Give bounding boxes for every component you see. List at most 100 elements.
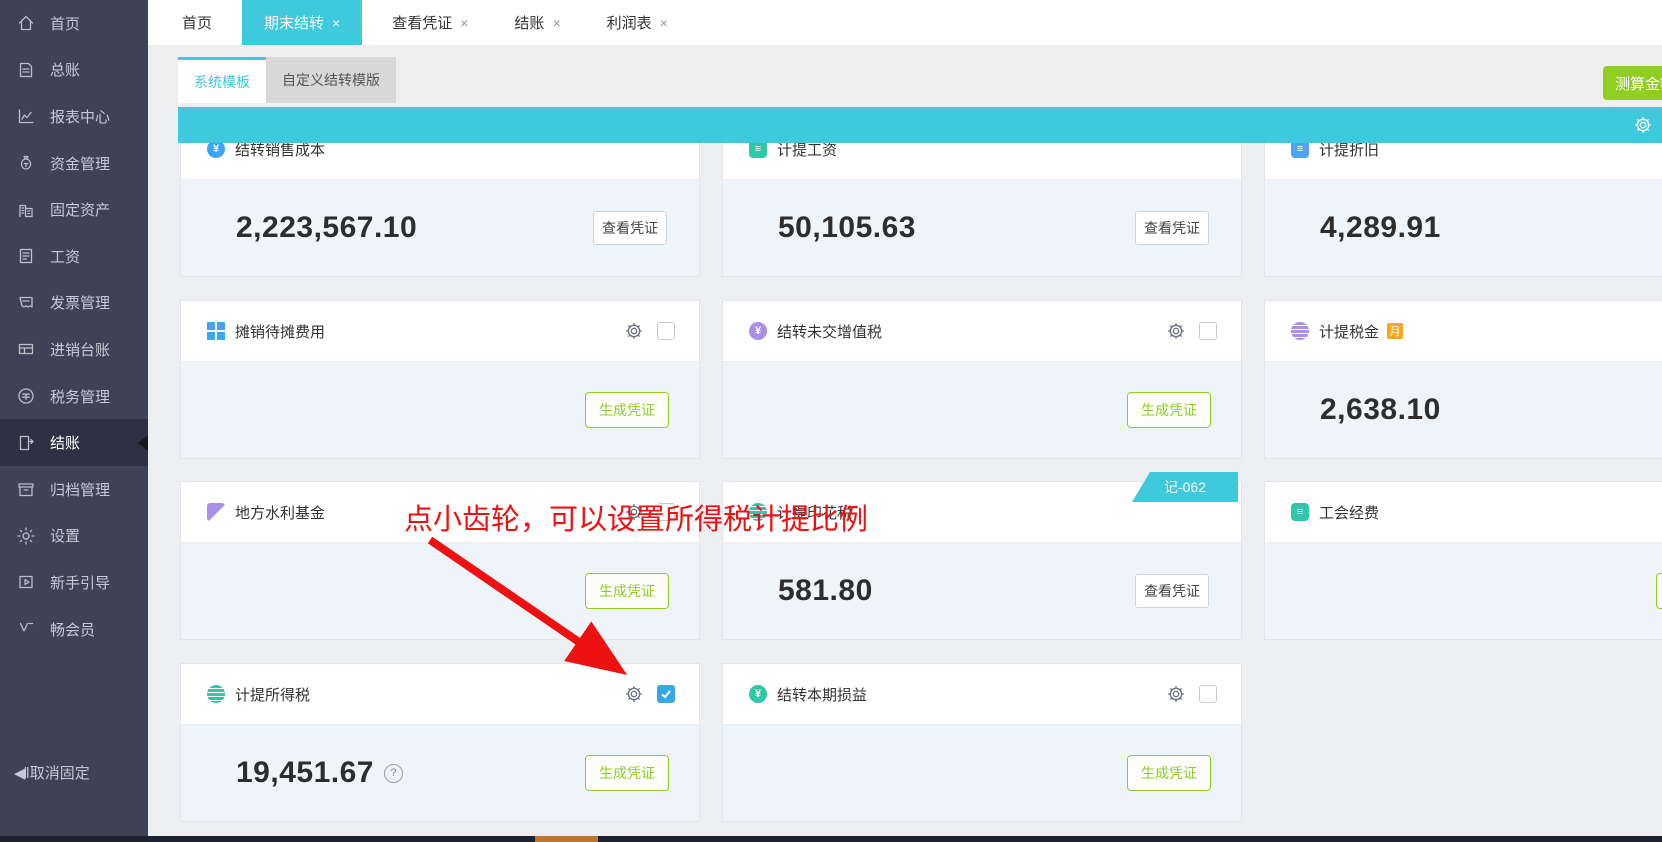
coins-icon [207, 685, 225, 703]
card-header: 计提税金月 [1265, 301, 1662, 362]
amount-value: 19,451.67 [181, 756, 374, 790]
generate-voucher-button[interactable]: 生成凭证 [585, 755, 669, 791]
generate-voucher-button[interactable]: 生成凭证 [1656, 573, 1662, 609]
annotation-text: 点小齿轮，可以设置所得税计提比例 [404, 503, 868, 537]
grid-icon [207, 322, 225, 340]
main-area: 首页期末结转×查看凭证×结账×利润表× 系统模板自定义结转模版 测算金额 ¥结转… [148, 0, 1662, 842]
coins-icon [1291, 322, 1309, 340]
tab-label: 期末结转 [264, 12, 324, 33]
sidebar-item-settings[interactable]: 设置 [0, 513, 148, 560]
sidebar-item-closing[interactable]: 结账 [0, 419, 148, 466]
assets-icon [16, 200, 36, 220]
close-icon[interactable]: × [460, 15, 468, 31]
close-icon[interactable]: × [660, 15, 668, 31]
report-icon [16, 106, 36, 126]
gear-icon[interactable] [1634, 116, 1652, 134]
sidebar: 首页总账报表中心资金管理固定资产工资发票管理进销台账税务管理结账归档管理设置新手… [0, 0, 148, 836]
generate-voucher-button[interactable]: 生成凭证 [585, 573, 669, 609]
yen-circle-icon: ¥ [749, 322, 767, 340]
generate-voucher-button[interactable]: 生成凭证 [585, 392, 669, 428]
member-icon [16, 619, 36, 639]
sidebar-item-tax[interactable]: 税务管理 [0, 373, 148, 420]
sidebar-item-assets[interactable]: 固定资产 [0, 186, 148, 233]
subtab-1[interactable]: 自定义结转模版 [266, 57, 396, 103]
sidebar-item-label: 报表中心 [50, 106, 110, 127]
sidebar-item-invoice[interactable]: 发票管理 [0, 280, 148, 327]
card-header: 摊销待摊费用 [181, 301, 699, 362]
sidebar-item-funds[interactable]: 资金管理 [0, 140, 148, 187]
tab-bar: 首页期末结转×查看凭证×结账×利润表× [148, 0, 1662, 45]
closing-task-card: ≡工会经费生成凭证 [1264, 481, 1662, 640]
sidebar-item-trade[interactable]: 进销台账 [0, 326, 148, 373]
card-title: 结转本期损益 [777, 684, 867, 705]
card-header: ¥ 结转本期损益 [723, 664, 1241, 725]
sidebar-item-salary[interactable]: 工资 [0, 233, 148, 280]
close-icon[interactable]: × [552, 15, 560, 31]
tab-1[interactable]: 期末结转 × [242, 0, 362, 45]
generate-voucher-button[interactable]: 生成凭证 [1127, 392, 1211, 428]
gear-icon[interactable] [1167, 322, 1185, 340]
sidebar-item-label: 首页 [50, 13, 80, 34]
gear-icon[interactable] [1167, 685, 1185, 703]
card-title: 摊销待摊费用 [235, 321, 325, 342]
sidebar-item-label: 畅会员 [50, 619, 95, 640]
tab-label: 首页 [182, 12, 212, 33]
sidebar-item-archive[interactable]: 归档管理 [0, 466, 148, 513]
card-title: 结转未交增值税 [777, 321, 882, 342]
sidebar-item-member[interactable]: 畅会员 [0, 606, 148, 653]
sidebar-item-label: 设置 [50, 525, 80, 546]
card-header: 计提所得税 [181, 664, 699, 725]
tax-icon [16, 386, 36, 406]
card-title: 计提所得税 [235, 684, 310, 705]
content-area: ¥结转销售成本2,223,567.10查看凭证≡计提工资50,105.63查看凭… [148, 107, 1662, 836]
card-header: ≡工会经费 [1265, 482, 1662, 543]
calc-amount-button[interactable]: 测算金额 [1603, 66, 1662, 100]
task-checkbox[interactable] [1199, 685, 1217, 703]
card-body: 生成凭证 [181, 543, 699, 639]
generate-voucher-button[interactable]: 生成凭证 [1127, 755, 1211, 791]
unpin-label: 取消固定 [30, 762, 90, 783]
box-icon: ≡ [1291, 503, 1309, 521]
tab-label: 利润表 [607, 12, 652, 33]
card-header: ¥ 结转未交增值税 [723, 301, 1241, 362]
sidebar-item-ledger[interactable]: 总账 [0, 47, 148, 94]
taskbar-strip [0, 836, 1662, 842]
amount-value: 50,105.63 [723, 211, 916, 245]
unpin-button[interactable]: ◀‖ 取消固定 [14, 762, 90, 783]
sidebar-item-label: 总账 [50, 59, 80, 80]
yen-circle-icon: ¥ [749, 685, 767, 703]
card-body: 生成凭证 [723, 362, 1241, 458]
sidebar-item-label: 税务管理 [50, 386, 110, 407]
gear-icon[interactable] [625, 685, 643, 703]
voucher-ribbon[interactable]: 记-062 [1132, 472, 1238, 502]
task-checkbox[interactable] [1199, 322, 1217, 340]
subtab-0[interactable]: 系统模板 [178, 57, 266, 103]
card-body: 生成凭证 [181, 362, 699, 458]
closing-task-card: ¥ 结转本期损益 生成凭证 [722, 663, 1242, 822]
task-checkbox[interactable] [657, 322, 675, 340]
sidebar-item-report[interactable]: 报表中心 [0, 93, 148, 140]
tab-2[interactable]: 查看凭证× [376, 0, 484, 45]
task-checkbox[interactable] [657, 685, 675, 703]
card-body: 生成凭证 [1265, 543, 1662, 639]
home-icon [16, 13, 36, 33]
sidebar-item-home[interactable]: 首页 [0, 0, 148, 47]
sidebar-item-label: 发票管理 [50, 292, 110, 313]
tab-4[interactable]: 利润表 × [591, 0, 684, 45]
tab-3[interactable]: 结账× [498, 0, 576, 45]
taskbar-active-item[interactable] [535, 836, 598, 842]
closing-task-card: 摊销待摊费用 生成凭证 [180, 300, 700, 459]
tab-home[interactable]: 首页 [166, 0, 228, 45]
gear-icon[interactable] [625, 322, 643, 340]
view-voucher-button[interactable]: 查看凭证 [1135, 574, 1209, 608]
card-title: 计提税金 [1319, 321, 1379, 342]
subtab-bar: 系统模板自定义结转模版 测算金额 [148, 45, 1662, 107]
close-icon[interactable]: × [332, 15, 340, 31]
ledger-icon [16, 60, 36, 80]
funds-icon [16, 153, 36, 173]
sidebar-item-guide[interactable]: 新手引导 [0, 559, 148, 606]
help-icon[interactable]: ? [384, 764, 403, 783]
view-voucher-button[interactable]: 查看凭证 [593, 211, 667, 245]
view-voucher-button[interactable]: 查看凭证 [1135, 211, 1209, 245]
sidebar-item-label: 进销台账 [50, 339, 110, 360]
